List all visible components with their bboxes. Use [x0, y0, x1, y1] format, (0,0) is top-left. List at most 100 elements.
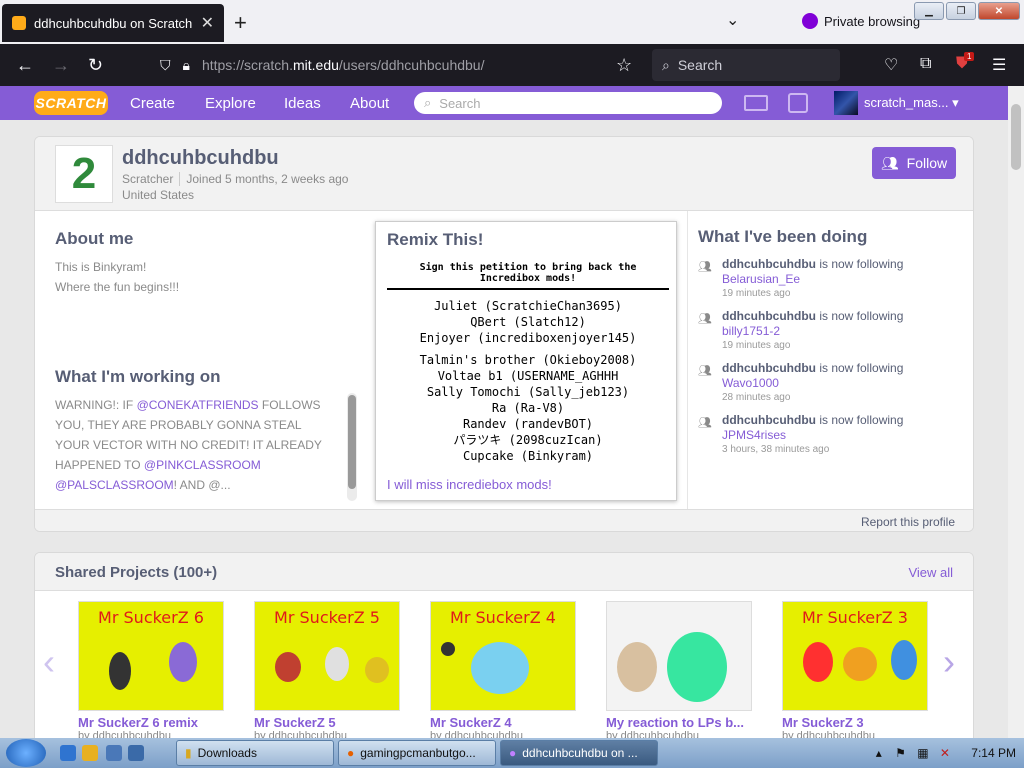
report-profile-link[interactable]: Report this profile	[861, 515, 955, 529]
working-on-section: What I'm working on Warning!: If @coneka…	[55, 367, 355, 501]
new-tab-icon[interactable]: +	[234, 10, 247, 36]
nav-ideas[interactable]: Ideas	[284, 95, 321, 112]
petition-title: Sign this petition to bring back the Inc…	[387, 262, 669, 290]
close-tab-icon[interactable]: ✕	[201, 13, 214, 33]
search-icon: ⌕	[424, 95, 432, 110]
scratch-logo[interactable]: SCRATCH	[34, 91, 108, 115]
taskbar-item-downloads[interactable]: ▮ Downloads	[176, 740, 334, 766]
project-card[interactable]: Mr SuckerZ 5 Mr SuckerZ 5 by ddhcuhbcuhdbu	[254, 601, 400, 742]
ublock-count-badge: 1	[964, 52, 975, 61]
messages-envelope-icon[interactable]	[744, 95, 768, 111]
thumbnail-title: Mr SuckerZ 4	[450, 608, 556, 627]
network-icon[interactable]: ▦	[917, 746, 928, 760]
account-avatar[interactable]	[834, 91, 858, 115]
page-scrollbar-thumb[interactable]	[1011, 104, 1021, 170]
activity-target-link[interactable]: JPMS4rises	[722, 428, 903, 442]
featured-project-thumbnail[interactable]: Sign this petition to bring back the Inc…	[387, 262, 669, 463]
browser-nav-bar: ← → ↻ ⛉ 🔒︎ https://scratch.mit.edu/users…	[0, 44, 1024, 86]
page-scrollbar[interactable]	[1008, 86, 1024, 738]
view-all-link[interactable]: View all	[908, 565, 953, 580]
project-card[interactable]: My reaction to LPs b... by ddhcuhbcuhdbu	[606, 601, 752, 742]
project-thumbnail[interactable]: Mr SuckerZ 4	[430, 601, 576, 711]
mention-link[interactable]: @conekatfriends	[137, 398, 259, 412]
nav-explore[interactable]: Explore	[205, 95, 256, 112]
activity-target-link[interactable]: Wavo1000	[722, 376, 903, 390]
my-stuff-folder-icon[interactable]	[788, 93, 808, 113]
browser-tab-active[interactable]: ddhcuhbcuhdbu on Scratch ✕	[2, 4, 224, 42]
activity-target-link[interactable]: Belarusian_Ee	[722, 272, 903, 286]
tray-expand-icon[interactable]: ▴	[876, 746, 882, 760]
chrome-icon[interactable]	[82, 745, 98, 761]
carousel-next-arrow-icon[interactable]: ›	[943, 641, 955, 683]
taskbar-item-firefox-2[interactable]: ● ddhcuhbcuhdbu on ...	[500, 740, 658, 766]
follow-button[interactable]: 👥︎ Follow	[872, 147, 956, 179]
project-thumbnail[interactable]	[606, 601, 752, 711]
mention-link[interactable]: @palsclassroom	[55, 478, 174, 492]
activity-target-link[interactable]: billy1751-2	[722, 324, 903, 338]
working-text: Warning!: If @conekatfriends follows you…	[55, 398, 322, 492]
thumbnail-figure	[617, 642, 657, 692]
thumbnail-title: Mr SuckerZ 6	[98, 608, 204, 627]
activity-time: 19 minutes ago	[722, 288, 791, 299]
hamburger-menu-icon[interactable]: ☰	[992, 55, 1006, 75]
activity-time: 19 minutes ago	[722, 340, 791, 351]
about-heading: About me	[55, 229, 134, 248]
tracking-shield-icon[interactable]: ⛉	[160, 57, 171, 74]
action-center-flag-icon[interactable]: ⚑	[895, 746, 906, 760]
nav-about[interactable]: About	[350, 95, 389, 112]
thumbnail-title: Mr SuckerZ 5	[274, 608, 380, 627]
project-title-link[interactable]: Mr SuckerZ 6 remix	[78, 715, 224, 730]
list-tabs-chevron-icon[interactable]: ⌄	[726, 10, 739, 30]
ie-icon[interactable]	[60, 745, 76, 761]
bookmark-star-icon[interactable]: ☆	[616, 55, 632, 76]
project-card[interactable]: Mr SuckerZ 4 Mr SuckerZ 4 by ddhcuhbcuhdbu	[430, 601, 576, 742]
media-icon[interactable]	[128, 745, 144, 761]
thumbnail-figure	[365, 657, 389, 683]
scratch-favicon-icon	[12, 16, 26, 30]
signer-line: Randev (randevBOT)	[462, 417, 594, 431]
nav-create[interactable]: Create	[130, 95, 175, 112]
activity-time: 3 hours, 38 minutes ago	[722, 444, 830, 455]
back-arrow-icon[interactable]: ←	[16, 55, 34, 76]
featured-project-link[interactable]: I will miss incrediebox mods!	[387, 477, 552, 492]
url-text[interactable]: https://scratch.mit.edu/users/ddhcuhbcuh…	[202, 57, 485, 73]
start-button-icon[interactable]	[6, 739, 46, 767]
project-title-link[interactable]: Mr SuckerZ 3	[782, 715, 928, 730]
project-title-link[interactable]: Mr SuckerZ 4	[430, 715, 576, 730]
account-username[interactable]: scratch_mas... ▾	[864, 95, 959, 111]
scratch-search-input[interactable]: ⌕ Search	[414, 92, 722, 114]
activity-actor[interactable]: ddhcuhbcuhdbu	[722, 361, 816, 375]
mention-link[interactable]: @pinkclassroom	[144, 458, 261, 472]
project-title-link[interactable]: My reaction to LPs b...	[606, 715, 752, 730]
minimize-icon[interactable]: ▁	[914, 2, 944, 20]
project-card[interactable]: Mr SuckerZ 6 Mr SuckerZ 6 remix by ddhcuhb…	[78, 601, 224, 742]
featured-project-card[interactable]: Remix This! Sign this petition to bring …	[375, 221, 677, 501]
activity-actor[interactable]: ddhcuhbcuhdbu	[722, 309, 816, 323]
activity-actor[interactable]: ddhcuhbcuhdbu	[722, 413, 816, 427]
carousel-prev-arrow-icon[interactable]: ‹	[43, 641, 55, 683]
pocket-icon[interactable]: ♡	[884, 55, 898, 75]
extensions-icon[interactable]: ⧉	[920, 55, 931, 73]
signer-line: パラツキ (2098cuzIcan)	[453, 433, 603, 447]
reload-icon[interactable]: ↻	[88, 55, 103, 76]
lock-icon[interactable]: 🔒︎	[183, 57, 190, 74]
browser-search-box[interactable]: ⌕ Search	[652, 49, 840, 81]
explorer-icon[interactable]	[106, 745, 122, 761]
working-scrollbar[interactable]	[347, 393, 357, 501]
activity-verb: is now following	[819, 257, 904, 271]
project-thumbnail[interactable]: Mr SuckerZ 5	[254, 601, 400, 711]
url-bar[interactable]: ⛉ 🔒︎ https://scratch.mit.edu/users/ddhcu…	[150, 49, 646, 81]
project-thumbnail[interactable]: Mr SuckerZ 6	[78, 601, 224, 711]
project-card[interactable]: Mr SuckerZ 3 Mr SuckerZ 3 by ddhcuhbcuhdbu	[782, 601, 928, 742]
maximize-icon[interactable]: ❐	[946, 2, 976, 20]
activity-verb: is now following	[819, 361, 904, 375]
taskbar-item-firefox-1[interactable]: ● gamingpcmanbutgo...	[338, 740, 496, 766]
activity-actor[interactable]: ddhcuhbcuhdbu	[722, 257, 816, 271]
project-title-link[interactable]: Mr SuckerZ 5	[254, 715, 400, 730]
clock[interactable]: 7:14 PM	[971, 746, 1016, 760]
project-thumbnail[interactable]: Mr SuckerZ 3	[782, 601, 928, 711]
volume-muted-icon[interactable]: ✕	[940, 746, 950, 760]
window-close-icon[interactable]: ✕	[978, 2, 1020, 20]
forward-arrow-icon[interactable]: →	[52, 55, 70, 76]
working-scrollbar-thumb[interactable]	[348, 395, 356, 489]
